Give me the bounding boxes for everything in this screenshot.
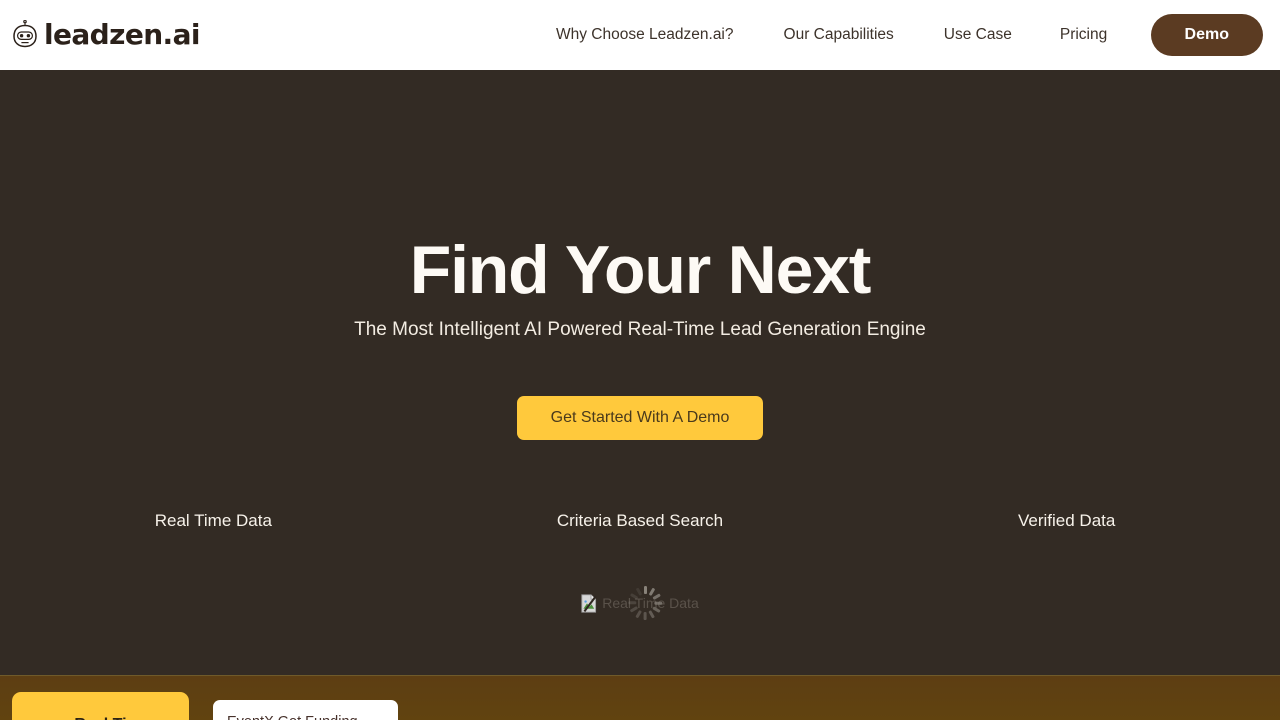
bottom-section: Real Ti EventX Got Funding — [0, 675, 1280, 720]
hero-subtitle: The Most Intelligent AI Powered Real-Tim… — [354, 319, 926, 340]
broken-image-icon — [581, 593, 598, 613]
robot-head-icon — [12, 20, 38, 50]
nav-item-why-choose[interactable]: Why Choose Leadzen.ai? — [556, 26, 734, 44]
feature-real-time-data: Real Time Data — [154, 511, 272, 530]
page-title: Find Your Next — [409, 232, 872, 308]
nav-item-pricing[interactable]: Pricing — [1060, 26, 1107, 44]
real-time-data-card[interactable]: Real Ti — [12, 692, 189, 720]
hero-section: Find Your Next The Most Intelligent AI P… — [0, 70, 1280, 675]
main-navigation: Why Choose Leadzen.ai? Our Capabilities … — [556, 0, 1107, 70]
broken-image-alt-text: Real Time Data — [602, 595, 699, 611]
brand-logo[interactable]: leadzen.ai — [12, 20, 200, 50]
eventx-funding-card[interactable]: EventX Got Funding — [213, 700, 398, 720]
demo-button[interactable]: Demo — [1150, 14, 1263, 56]
feature-criteria-based-search: Criteria Based Search — [556, 511, 724, 530]
hero-media-slot: Real Time Data — [0, 586, 1280, 620]
feature-list: Real Time Data Criteria Based Search Ver… — [0, 510, 1280, 532]
nav-item-our-capabilities[interactable]: Our Capabilities — [784, 26, 894, 44]
cta-container: Get Started With A Demo — [0, 396, 1280, 440]
page-root: leadzen.ai Why Choose Leadzen.ai? Our Ca… — [0, 0, 1280, 720]
brand-name: leadzen.ai — [44, 18, 200, 51]
broken-image-placeholder: Real Time Data — [581, 586, 699, 620]
site-header: leadzen.ai Why Choose Leadzen.ai? Our Ca… — [0, 0, 1280, 70]
feature-verified-data: Verified Data — [1018, 511, 1116, 530]
nav-item-use-case[interactable]: Use Case — [944, 26, 1012, 44]
get-started-demo-button[interactable]: Get Started With A Demo — [517, 396, 763, 440]
